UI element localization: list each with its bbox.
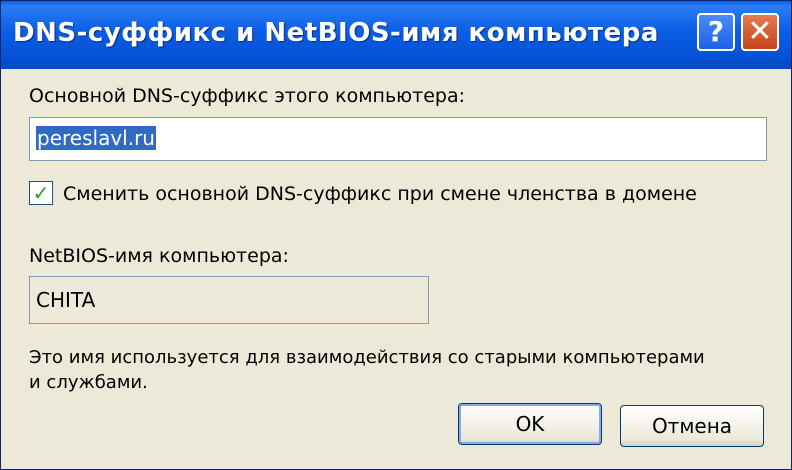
netbios-name-label: NetBIOS-имя компьютера:	[29, 245, 289, 267]
change-suffix-checkbox-label[interactable]: Сменить основной DNS-суффикс при смене ч…	[63, 183, 697, 205]
close-button[interactable]: ✕	[741, 13, 779, 51]
dns-suffix-dialog: DNS-суффикс и NetBIOS-имя компьютера ? ✕…	[0, 0, 792, 470]
help-button[interactable]: ?	[697, 13, 735, 51]
note-line-2: и службами.	[29, 372, 148, 393]
netbios-name-field: CHITA	[29, 276, 429, 324]
change-suffix-checkbox[interactable]: ✓	[29, 181, 53, 205]
note-line-1: Это имя используется для взаимодействия …	[29, 347, 705, 368]
dialog-title: DNS-суффикс и NetBIOS-имя компьютера	[13, 18, 659, 48]
title-bar[interactable]: DNS-суффикс и NetBIOS-имя компьютера ? ✕	[1, 1, 791, 69]
primary-dns-suffix-value: pereslavl.ru	[36, 126, 156, 150]
primary-dns-suffix-label: Основной DNS-суффикс этого компьютера:	[29, 85, 466, 107]
primary-dns-suffix-input[interactable]: pereslavl.ru	[29, 117, 767, 161]
cancel-button[interactable]: Отмена	[620, 405, 764, 447]
ok-button[interactable]: OK	[458, 403, 602, 445]
dialog-body: Основной DNS-суффикс этого компьютера: p…	[1, 69, 791, 469]
